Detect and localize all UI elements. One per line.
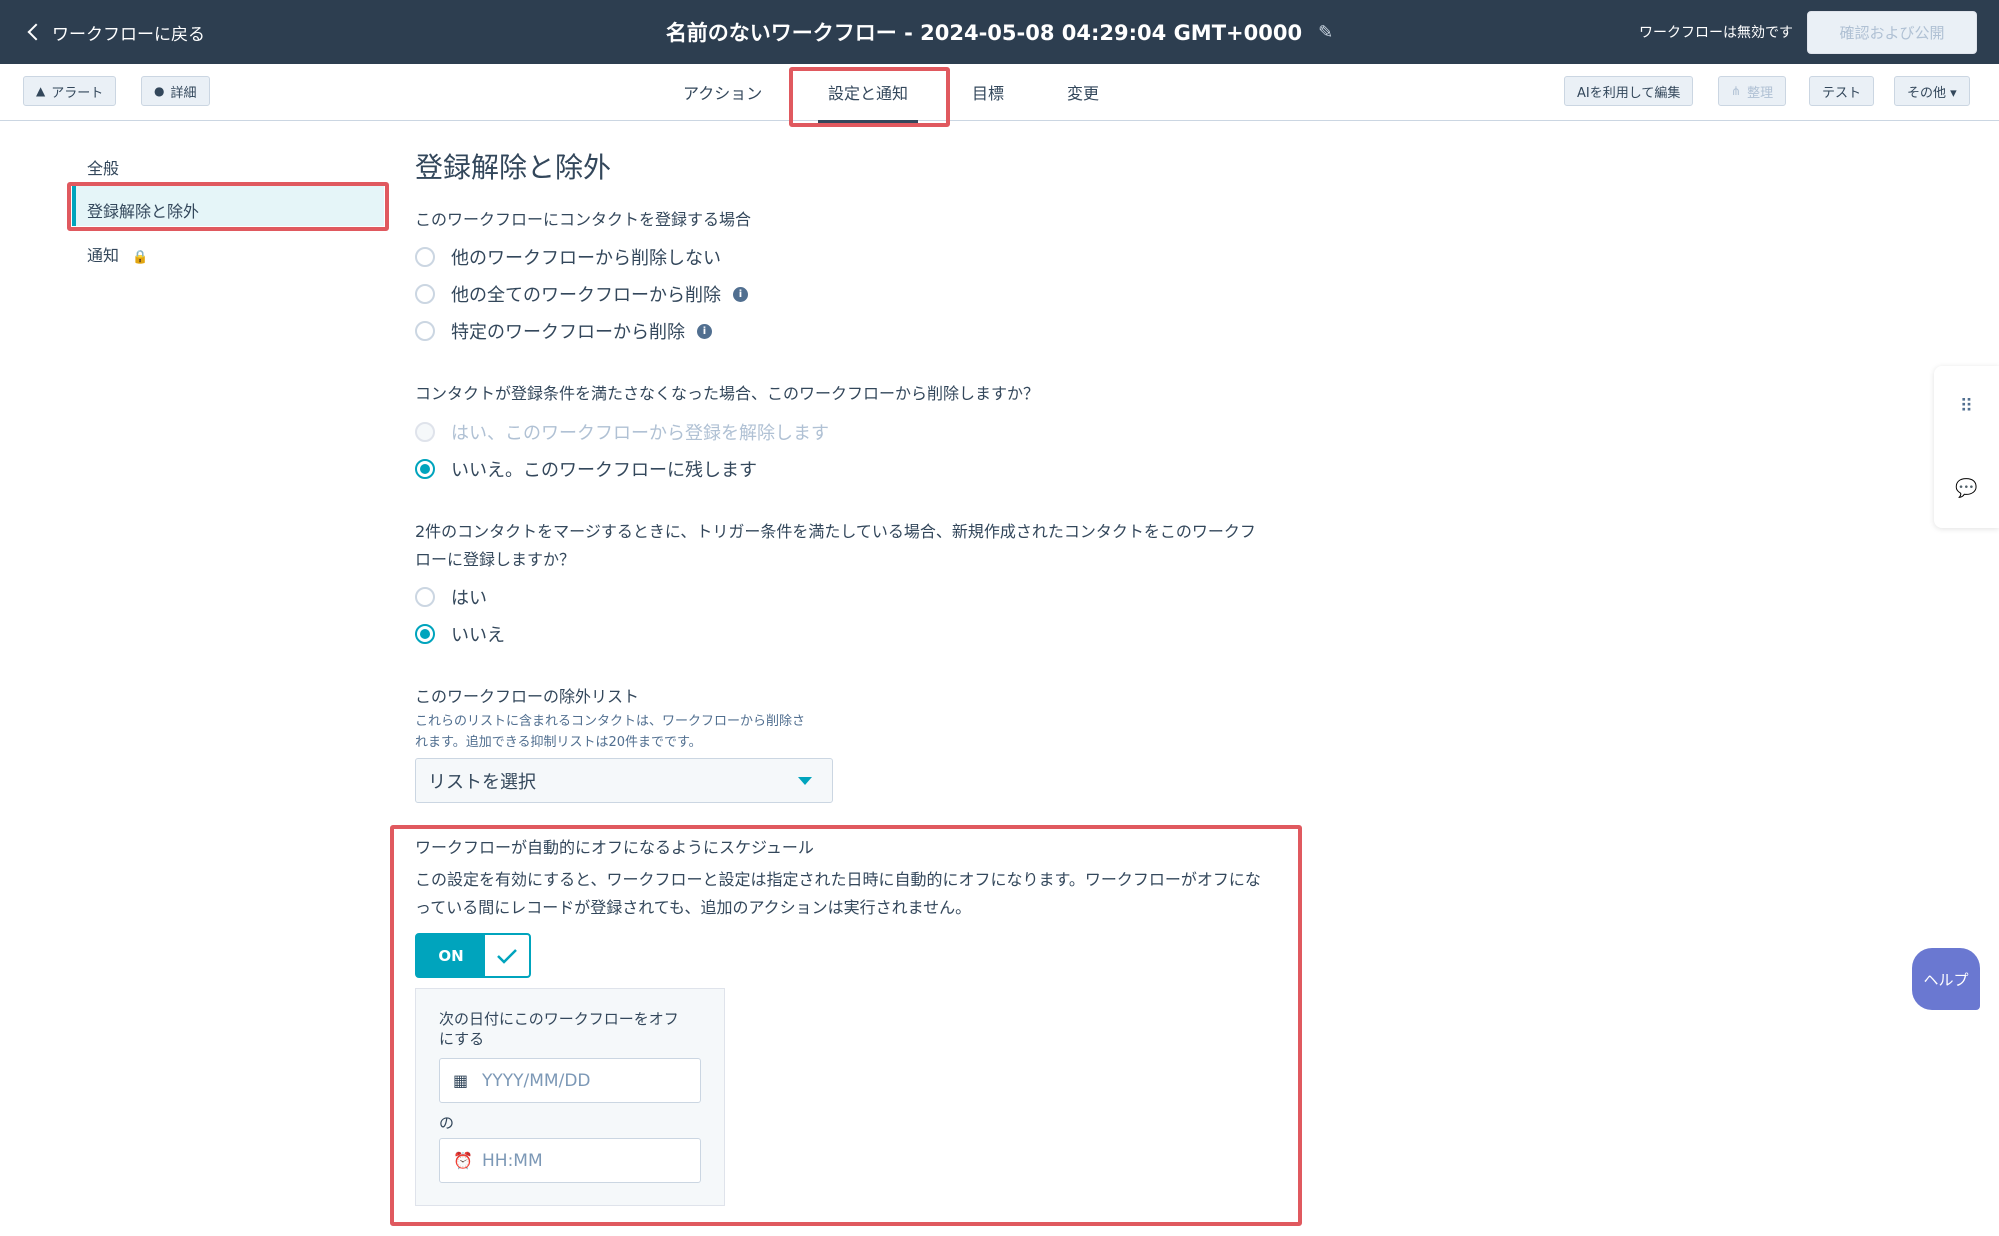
time-input[interactable]: ⏰ HH:MM bbox=[439, 1138, 701, 1183]
schedule-desc-line1: この設定を有効にすると、ワークフローと設定は指定された日時に自動的にオフになりま… bbox=[415, 870, 1261, 889]
page-title: 登録解除と除外 bbox=[415, 151, 612, 184]
apps-icon[interactable]: ⠿ bbox=[1934, 366, 1999, 446]
organize-label: 整理 bbox=[1747, 85, 1774, 101]
q3-option-yes-label: はい bbox=[451, 588, 487, 609]
q1-option-specific[interactable]: 特定のワークフローから削除 i bbox=[415, 318, 712, 344]
review-and-publish-button[interactable]: 確認および公開 bbox=[1807, 11, 1977, 54]
tab-settings[interactable]: 設定と通知 bbox=[818, 64, 919, 124]
q1-option-specific-label: 特定のワークフローから削除 bbox=[451, 322, 685, 343]
checkmark-icon bbox=[485, 935, 529, 976]
schedule-description: この設定を有効にすると、ワークフローと設定は指定された日時に自動的にオフになりま… bbox=[415, 866, 1261, 922]
q3-option-no-label: いいえ bbox=[451, 625, 505, 646]
exclusion-hint-line2: れます。追加できる抑制リストは20件までです。 bbox=[415, 735, 702, 750]
organize-icon: ⋔ bbox=[1731, 84, 1742, 98]
exclusion-hint: これらのリストに含まれるコンタクトは、ワークフローから削除さ れます。追加できる… bbox=[415, 711, 845, 753]
tab-settings-label: 設定と通知 bbox=[828, 84, 909, 103]
sub-toolbar: ▲ アラート ● 詳細 アクション 設定と通知 目標 変更 AIを利用して編集 … bbox=[0, 64, 1999, 124]
details-label: 詳細 bbox=[170, 85, 197, 101]
lock-icon: 🔒 bbox=[132, 250, 149, 265]
chat-icon[interactable]: 💬 bbox=[1934, 448, 1999, 528]
q1-option-all-label: 他の全てのワークフローから削除 bbox=[451, 285, 721, 306]
no-label: の bbox=[439, 1114, 455, 1132]
radio-button[interactable] bbox=[415, 422, 435, 442]
side-widget: ⠿ 💬 bbox=[1934, 366, 1999, 528]
date-input[interactable]: ▦ YYYY/MM/DD bbox=[439, 1058, 701, 1103]
q1-label: このワークフローにコンタクトを登録する場合 bbox=[415, 210, 752, 229]
info-icon: ● bbox=[154, 84, 165, 98]
workflow-status: ワークフローは無効です bbox=[1639, 25, 1793, 41]
q2-option-yes-label: はい、このワークフローから登録を解除します bbox=[451, 423, 829, 444]
q2-option-no[interactable]: いいえ。このワークフローに残します bbox=[415, 456, 757, 482]
details-button[interactable]: ● 詳細 bbox=[141, 76, 210, 106]
radio-button[interactable] bbox=[415, 247, 435, 267]
q1-option-none[interactable]: 他のワークフローから削除しない bbox=[415, 244, 721, 270]
test-button[interactable]: テスト bbox=[1809, 76, 1875, 106]
q3-label-line1: 2件のコンタクトをマージするときに、トリガー条件を満たしている場合、新規作成され… bbox=[415, 522, 1256, 541]
date-placeholder: YYYY/MM/DD bbox=[482, 1070, 591, 1091]
radio-button[interactable] bbox=[415, 587, 435, 607]
warning-icon: ▲ bbox=[36, 84, 46, 98]
toggle-on-label: ON bbox=[417, 935, 485, 976]
schedule-toggle[interactable]: ON bbox=[415, 933, 531, 978]
ai-edit-button[interactable]: AIを利用して編集 bbox=[1564, 76, 1694, 106]
tab-goals[interactable]: 目標 bbox=[972, 64, 1004, 120]
time-placeholder: HH:MM bbox=[482, 1150, 543, 1171]
tab-actions[interactable]: アクション bbox=[683, 64, 762, 120]
q3-option-no[interactable]: いいえ bbox=[415, 621, 505, 647]
sidebar-item-notifications[interactable]: 通知 🔒 bbox=[87, 242, 148, 266]
q2-label: コンタクトが登録条件を満たさなくなった場合、このワークフローから削除しますか？ bbox=[415, 384, 1040, 403]
radio-button[interactable] bbox=[415, 284, 435, 304]
organize-button[interactable]: ⋔ 整理 bbox=[1718, 76, 1787, 106]
tab-changes[interactable]: 変更 bbox=[1067, 64, 1099, 120]
sidebar-item-notifications-label: 通知 bbox=[87, 246, 120, 265]
radio-button[interactable] bbox=[415, 321, 435, 341]
calendar-icon: ▦ bbox=[453, 1071, 469, 1090]
pencil-icon[interactable]: ✎ bbox=[1318, 22, 1333, 43]
schedule-panel: 次の日付にこのワークフローをオフにする ▦ YYYY/MM/DD の ⏰ HH:… bbox=[415, 988, 725, 1206]
exclusion-list-select[interactable]: リストを選択 bbox=[415, 758, 833, 803]
q2-option-no-label: いいえ。このワークフローに残します bbox=[451, 460, 757, 481]
exclusion-select-value: リストを選択 bbox=[428, 771, 536, 793]
radio-button-selected[interactable] bbox=[415, 459, 435, 479]
alert-label: アラート bbox=[51, 85, 104, 101]
q1-option-all[interactable]: 他の全てのワークフローから削除 i bbox=[415, 281, 748, 307]
date-label: 次の日付にこのワークフローをオフにする bbox=[439, 1010, 679, 1048]
info-icon[interactable]: i bbox=[733, 286, 748, 302]
schedule-desc-line2: っている間にレコードが登録されても、追加のアクションは実行されません。 bbox=[415, 898, 972, 917]
radio-button-selected[interactable] bbox=[415, 624, 435, 644]
sidebar-item-unenrollment[interactable]: 登録解除と除外 bbox=[87, 198, 199, 222]
q3-label: 2件のコンタクトをマージするときに、トリガー条件を満たしている場合、新規作成され… bbox=[415, 518, 1256, 574]
help-button[interactable]: ヘルプ bbox=[1912, 948, 1980, 1010]
sidebar-item-general[interactable]: 全般 bbox=[87, 155, 119, 179]
q3-option-yes[interactable]: はい bbox=[415, 584, 487, 610]
caret-down-icon bbox=[798, 777, 812, 785]
q2-option-yes[interactable]: はい、このワークフローから登録を解除します bbox=[415, 419, 829, 445]
workflow-title-text[interactable]: 名前のないワークフロー - 2024-05-08 04:29:04 GMT+00… bbox=[666, 17, 1302, 47]
schedule-label: ワークフローが自動的にオフになるようにスケジュール bbox=[415, 838, 814, 857]
exclusion-label: このワークフローの除外リスト bbox=[415, 687, 640, 706]
info-icon[interactable]: i bbox=[697, 323, 712, 339]
more-dropdown[interactable]: その他 ▾ bbox=[1894, 76, 1970, 106]
exclusion-hint-line1: これらのリストに含まれるコンタクトは、ワークフローから削除さ bbox=[415, 714, 806, 729]
q1-option-none-label: 他のワークフローから削除しない bbox=[451, 248, 721, 269]
alarm-clock-icon: ⏰ bbox=[453, 1151, 473, 1170]
alert-button[interactable]: ▲ アラート bbox=[23, 76, 117, 106]
top-bar: ワークフローに戻る 名前のないワークフロー - 2024-05-08 04:29… bbox=[0, 0, 1999, 64]
q3-label-line2: ローに登録しますか？ bbox=[415, 550, 576, 569]
